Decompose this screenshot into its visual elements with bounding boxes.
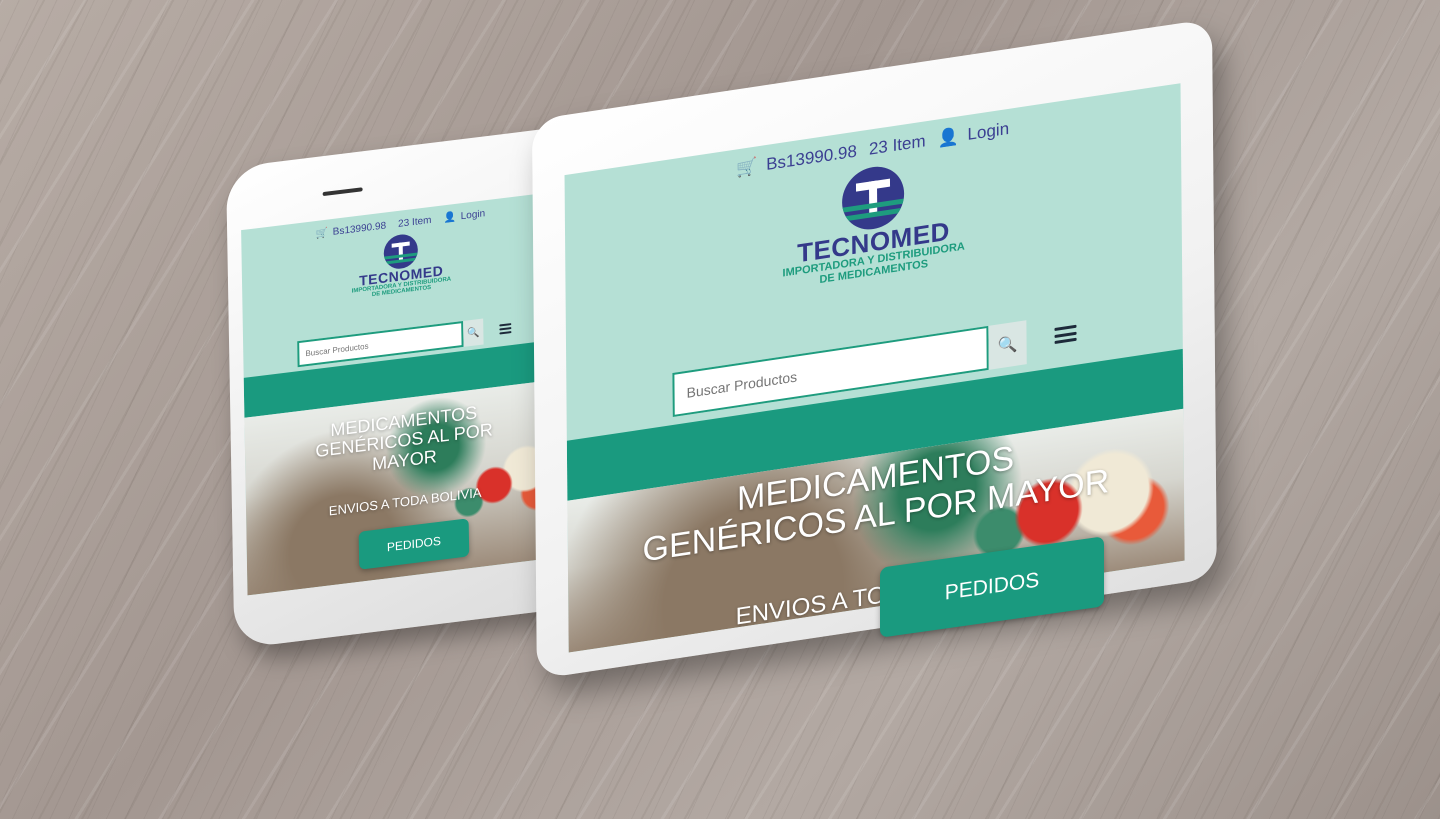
login-link[interactable]: 👤 Login [443,208,485,224]
search-button[interactable]: 🔍 [463,318,484,347]
tablet-device: 🛒 Bs13990.98 23 Item 👤 Login TECNOMED IM… [532,18,1217,680]
hamburger-menu-icon[interactable] [499,323,512,335]
logo[interactable]: TECNOMED IMPORTADORA Y DISTRIBUIDORA DE … [331,226,472,304]
cart-icon: 🛒 [315,227,329,241]
search-icon: 🔍 [467,326,480,339]
items-count[interactable]: 23 Item [398,215,432,230]
pedidos-button[interactable]: PEDIDOS [358,518,470,570]
cart-icon: 🛒 [736,156,758,179]
hamburger-menu-icon[interactable] [1054,324,1077,345]
user-icon: 👤 [937,126,959,149]
logo-mark [383,232,419,271]
login-link[interactable]: 👤 Login [938,119,1010,150]
phone-screen: 🛒 Bs13990.98 23 Item 👤 Login TECNOMED IM… [241,191,566,596]
search-icon: 🔍 [997,335,1018,356]
search-button[interactable]: 🔍 [988,320,1027,370]
items-count[interactable]: 23 Item [869,131,926,159]
user-icon: 👤 [443,211,457,225]
